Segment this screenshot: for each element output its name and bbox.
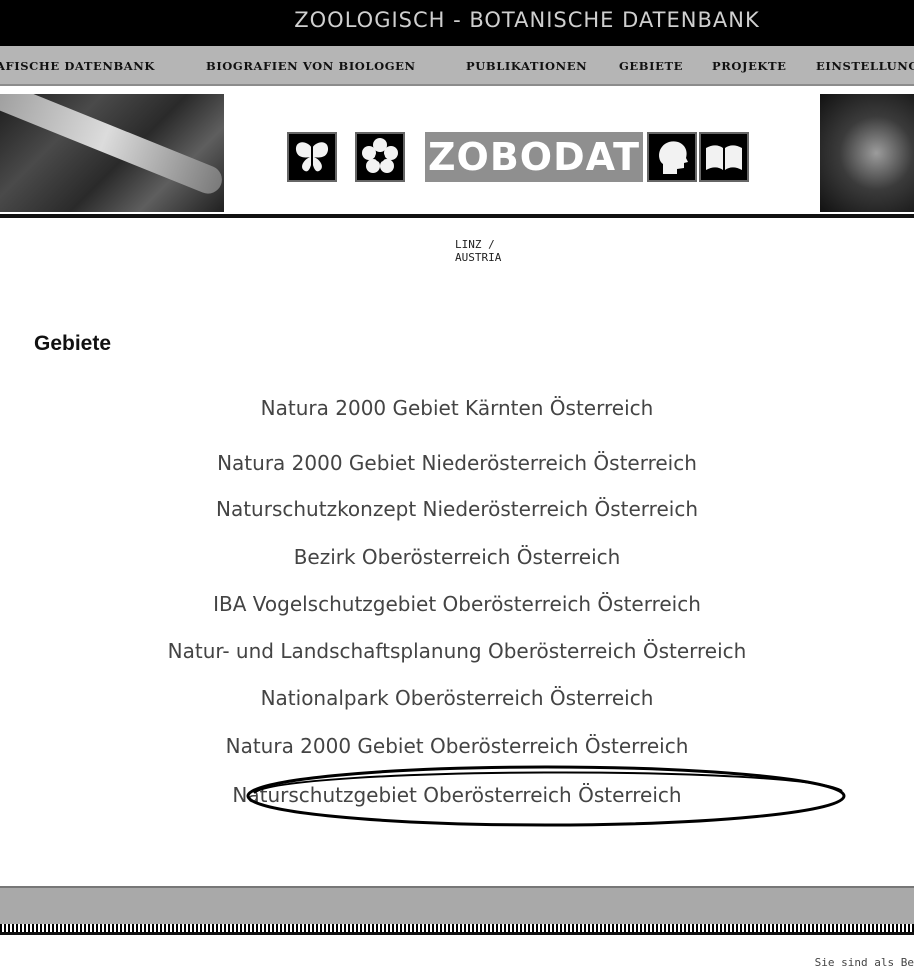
logo-subtitle: LINZ / AUSTRIA — [455, 238, 502, 264]
banner-photo-left — [0, 94, 224, 212]
site-title: ZOOLOGISCH - BOTANISCHE DATENBANK — [294, 8, 760, 32]
banner-divider — [0, 214, 914, 218]
list-item: Natura 2000 Gebiet Kärnten Österreich — [0, 396, 914, 420]
book-icon — [699, 132, 749, 182]
list-item: Natur- und Landschaftsplanung Oberösterr… — [0, 639, 914, 663]
area-link-natura2000-kaernten[interactable]: Natura 2000 Gebiet Kärnten Österreich — [261, 396, 654, 420]
flower-icon — [355, 132, 405, 182]
list-item: Natura 2000 Gebiet Niederösterreich Öste… — [0, 451, 914, 475]
list-item: Naturschutzkonzept Niederösterreich Öste… — [0, 497, 914, 521]
head-icon — [647, 132, 697, 182]
area-link-nationalpark[interactable]: Nationalpark Oberösterreich Österreich — [261, 686, 654, 710]
main-nav: AFISCHE DATENBANK BIOGRAFIEN VON BIOLOGE… — [0, 46, 914, 86]
footer-bar — [0, 886, 914, 924]
area-link-bezirk-oberoesterreich[interactable]: Bezirk Oberösterreich Österreich — [294, 545, 621, 569]
header-banner: ZOBODAT LINZ / AUSTRIA — [0, 88, 914, 264]
footer-rule — [0, 932, 914, 935]
nav-item-publikationen[interactable]: PUBLIKATIONEN — [466, 59, 587, 73]
area-link-landschaftsplanung[interactable]: Natur- und Landschaftsplanung Oberösterr… — [168, 639, 747, 663]
list-item: IBA Vogelschutzgebiet Oberösterreich Öst… — [0, 592, 914, 616]
page-title: Gebiete — [34, 332, 112, 355]
area-link-natura2000-oberoesterreich[interactable]: Natura 2000 Gebiet Oberösterreich Österr… — [226, 734, 689, 758]
login-status: Sie sind als Be — [814, 956, 914, 969]
nav-item-gebiete[interactable]: GEBIETE — [619, 59, 683, 73]
top-title-bar: ZOOLOGISCH - BOTANISCHE DATENBANK — [0, 0, 914, 46]
logo-wordmark: ZOBODAT — [425, 132, 643, 182]
area-link-naturschutzgebiet-oberoesterreich[interactable]: Naturschutzgebiet Oberösterreich Österre… — [232, 783, 681, 807]
list-item: Nationalpark Oberösterreich Österreich — [0, 686, 914, 710]
nav-item-projekte[interactable]: PROJEKTE — [712, 59, 787, 73]
area-link-natura2000-niederoesterreich[interactable]: Natura 2000 Gebiet Niederösterreich Öste… — [217, 451, 697, 475]
list-item: Bezirk Oberösterreich Österreich — [0, 545, 914, 569]
area-link-naturschutzkonzept-niederoesterreich[interactable]: Naturschutzkonzept Niederösterreich Öste… — [216, 497, 698, 521]
footer-ticks — [0, 924, 914, 932]
list-item: Naturschutzgebiet Oberösterreich Österre… — [0, 783, 914, 807]
nav-item-biografien[interactable]: BIOGRAFIEN VON BIOLOGEN — [206, 59, 416, 73]
banner-photo-right — [820, 94, 914, 212]
list-item: Natura 2000 Gebiet Oberösterreich Österr… — [0, 734, 914, 758]
butterfly-icon — [287, 132, 337, 182]
nav-item-datenbank[interactable]: AFISCHE DATENBANK — [0, 59, 155, 73]
nav-item-einstellungen[interactable]: EINSTELLUNG — [816, 59, 914, 73]
area-link-iba-vogelschutzgebiet[interactable]: IBA Vogelschutzgebiet Oberösterreich Öst… — [213, 592, 701, 616]
